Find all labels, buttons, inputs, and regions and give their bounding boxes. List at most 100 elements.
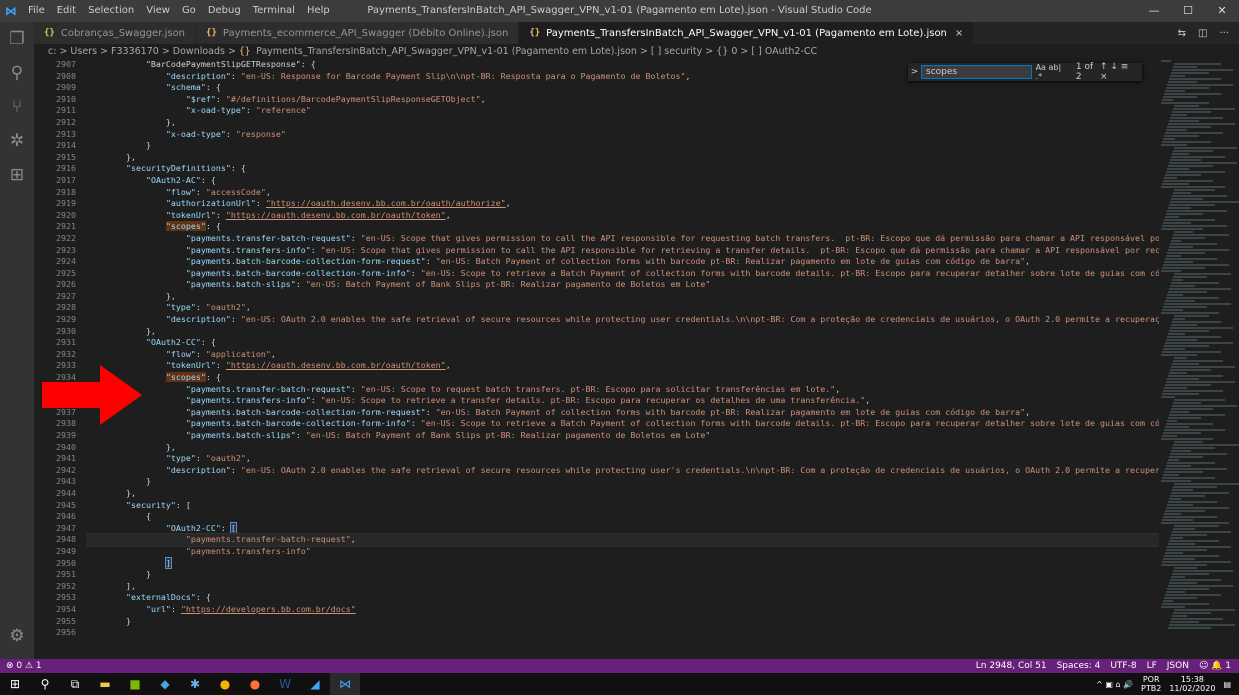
- code-editor[interactable]: 2907 2908 2909 2910 2911 2912 2913 2914 2915 2916…: [34, 59, 1159, 659]
- minimap-line: [1169, 498, 1181, 500]
- minimap-line: [1163, 348, 1185, 350]
- code-line: "x-oad-type": "response": [165, 128, 286, 139]
- find-input[interactable]: scopes: [921, 65, 1032, 79]
- line-number: 2940: [56, 441, 76, 452]
- source-control-icon[interactable]: ⑂: [0, 90, 34, 124]
- windows-start-icon[interactable]: ⊞: [0, 673, 30, 695]
- line-number: 2923: [56, 244, 76, 255]
- vscode-taskbar-icon[interactable]: ⋈: [330, 673, 360, 695]
- explorer-icon[interactable]: ❐: [0, 22, 34, 56]
- minimap-line: [1163, 96, 1197, 98]
- code-lines[interactable]: "BarCodePaymentSlipGETResponse": { "desc…: [86, 59, 1159, 659]
- minimize-button[interactable]: —: [1137, 0, 1171, 22]
- split-editor-icon[interactable]: ◫: [1198, 28, 1207, 39]
- minimap-line: [1162, 267, 1205, 269]
- minimap-line: [1164, 219, 1215, 221]
- toggle-replace-chevron-icon[interactable]: >: [908, 67, 921, 77]
- app-icon[interactable]: ✱: [180, 673, 210, 695]
- menu-file[interactable]: File: [22, 0, 51, 22]
- line-number: 2909: [56, 82, 76, 93]
- minimap-line: [1169, 78, 1221, 80]
- clock[interactable]: 15:38 11/02/2020: [1169, 675, 1215, 693]
- line-number: 2942: [56, 464, 76, 475]
- breadcrumb-path[interactable]: c: > Users > F3336170 > Downloads >: [48, 46, 239, 57]
- minimap-line: [1168, 543, 1195, 545]
- language-mode[interactable]: JSON: [1167, 661, 1189, 671]
- minimap-line: [1168, 459, 1179, 461]
- code-line: "scopes": {: [165, 372, 221, 383]
- line-number: 2950: [56, 557, 76, 568]
- find-nav-buttons[interactable]: ↑ ↓ ≡ ×: [1100, 62, 1142, 82]
- app-icon[interactable]: ◢: [300, 673, 330, 695]
- more-actions-icon[interactable]: ···: [1219, 28, 1229, 39]
- debug-icon[interactable]: ✲: [0, 124, 34, 158]
- arrow-shape: [42, 365, 142, 425]
- end-of-line[interactable]: LF: [1147, 661, 1157, 671]
- json-file-icon: {}: [238, 46, 257, 57]
- minimap-line: [1170, 621, 1199, 623]
- indentation[interactable]: Spaces: 4: [1057, 661, 1101, 671]
- minimap-line: [1166, 507, 1229, 509]
- code-line: "x-oad-type": "reference": [185, 105, 311, 116]
- tab-cobrancas[interactable]: {} Cobranças_Swagger.json: [34, 22, 197, 44]
- status-bar: ⊗ 0 ⚠ 1 Ln 2948, Col 51 Spaces: 4 UTF-8 …: [0, 659, 1239, 673]
- cursor-position[interactable]: Ln 2948, Col 51: [976, 661, 1047, 671]
- notifications[interactable]: ☺ 🔔 1: [1199, 661, 1231, 671]
- line-number-gutter: 2907 2908 2909 2910 2911 2912 2913 2914 2915 2916…: [34, 59, 82, 659]
- minimap-line: [1166, 87, 1209, 89]
- word-icon[interactable]: W: [270, 673, 300, 695]
- menu-debug[interactable]: Debug: [202, 0, 247, 22]
- line-number: 2915: [56, 151, 76, 162]
- menu-view[interactable]: View: [140, 0, 176, 22]
- app-icon[interactable]: ◆: [150, 673, 180, 695]
- chrome-icon[interactable]: ●: [210, 673, 240, 695]
- menu-selection[interactable]: Selection: [82, 0, 140, 22]
- breadcrumb-file[interactable]: Payments_TransfersInBatch_API_Swagger_VP…: [256, 46, 817, 57]
- breadcrumb[interactable]: c: > Users > F3336170 > Downloads > {} P…: [34, 44, 1239, 59]
- tab-payments-transfers[interactable]: {} Payments_TransfersInBatch_API_Swagger…: [519, 22, 975, 44]
- code-line: "payments.batch-barcode-collection-form-…: [185, 256, 1031, 267]
- minimap-line: [1168, 417, 1201, 419]
- settings-gear-icon[interactable]: ⚙: [0, 619, 34, 653]
- find-options[interactable]: Aa ab| .*: [1036, 63, 1068, 81]
- editor-actions: ⇆ ◫ ···: [1178, 22, 1239, 44]
- menu-terminal[interactable]: Terminal: [247, 0, 301, 22]
- tray-icons[interactable]: ^ ▣ ⌂ 🔊: [1096, 680, 1133, 689]
- extensions-icon[interactable]: ⊞: [0, 158, 34, 192]
- line-number: 2949: [56, 545, 76, 556]
- firefox-icon[interactable]: ●: [240, 673, 270, 695]
- menu-edit[interactable]: Edit: [51, 0, 82, 22]
- line-number: 2926: [56, 279, 76, 290]
- notification-center-icon[interactable]: ▤: [1223, 680, 1231, 689]
- maximize-button[interactable]: ☐: [1171, 0, 1205, 22]
- compare-icon[interactable]: ⇆: [1178, 28, 1186, 39]
- app-icon[interactable]: ■: [120, 673, 150, 695]
- search-icon[interactable]: ⚲: [30, 673, 60, 695]
- minimap-line: [1162, 351, 1221, 353]
- line-number: 2939: [56, 430, 76, 440]
- minimap-line: [1171, 618, 1223, 620]
- minimap-line: [1164, 513, 1181, 515]
- close-tab-icon[interactable]: ×: [955, 28, 963, 39]
- minimap[interactable]: [1159, 59, 1239, 659]
- minimap-line: [1170, 159, 1201, 161]
- problems-indicator[interactable]: ⊗ 0 ⚠ 1: [0, 661, 42, 671]
- code-line: }: [86, 615, 131, 626]
- minimap-line: [1164, 93, 1221, 95]
- minimap-line: [1165, 132, 1223, 134]
- encoding[interactable]: UTF-8: [1110, 661, 1136, 671]
- close-window-button[interactable]: ✕: [1205, 0, 1239, 22]
- minimap-line: [1165, 552, 1183, 554]
- task-view-icon[interactable]: ⧉: [60, 673, 90, 695]
- search-icon[interactable]: ⚲: [0, 56, 34, 90]
- line-number: 2956: [56, 627, 76, 638]
- file-explorer-icon[interactable]: ▬: [90, 673, 120, 695]
- minimap-line: [1170, 369, 1211, 371]
- minimap-line: [1169, 204, 1215, 206]
- tab-payments-ecommerce[interactable]: {} Payments_ecommerce_API_Swagger (Débit…: [196, 22, 520, 44]
- menu-go[interactable]: Go: [176, 0, 202, 22]
- input-language[interactable]: POR PTB2: [1141, 675, 1161, 693]
- minimap-line: [1166, 591, 1185, 593]
- minimap-line: [1167, 420, 1177, 422]
- menu-help[interactable]: Help: [301, 0, 336, 22]
